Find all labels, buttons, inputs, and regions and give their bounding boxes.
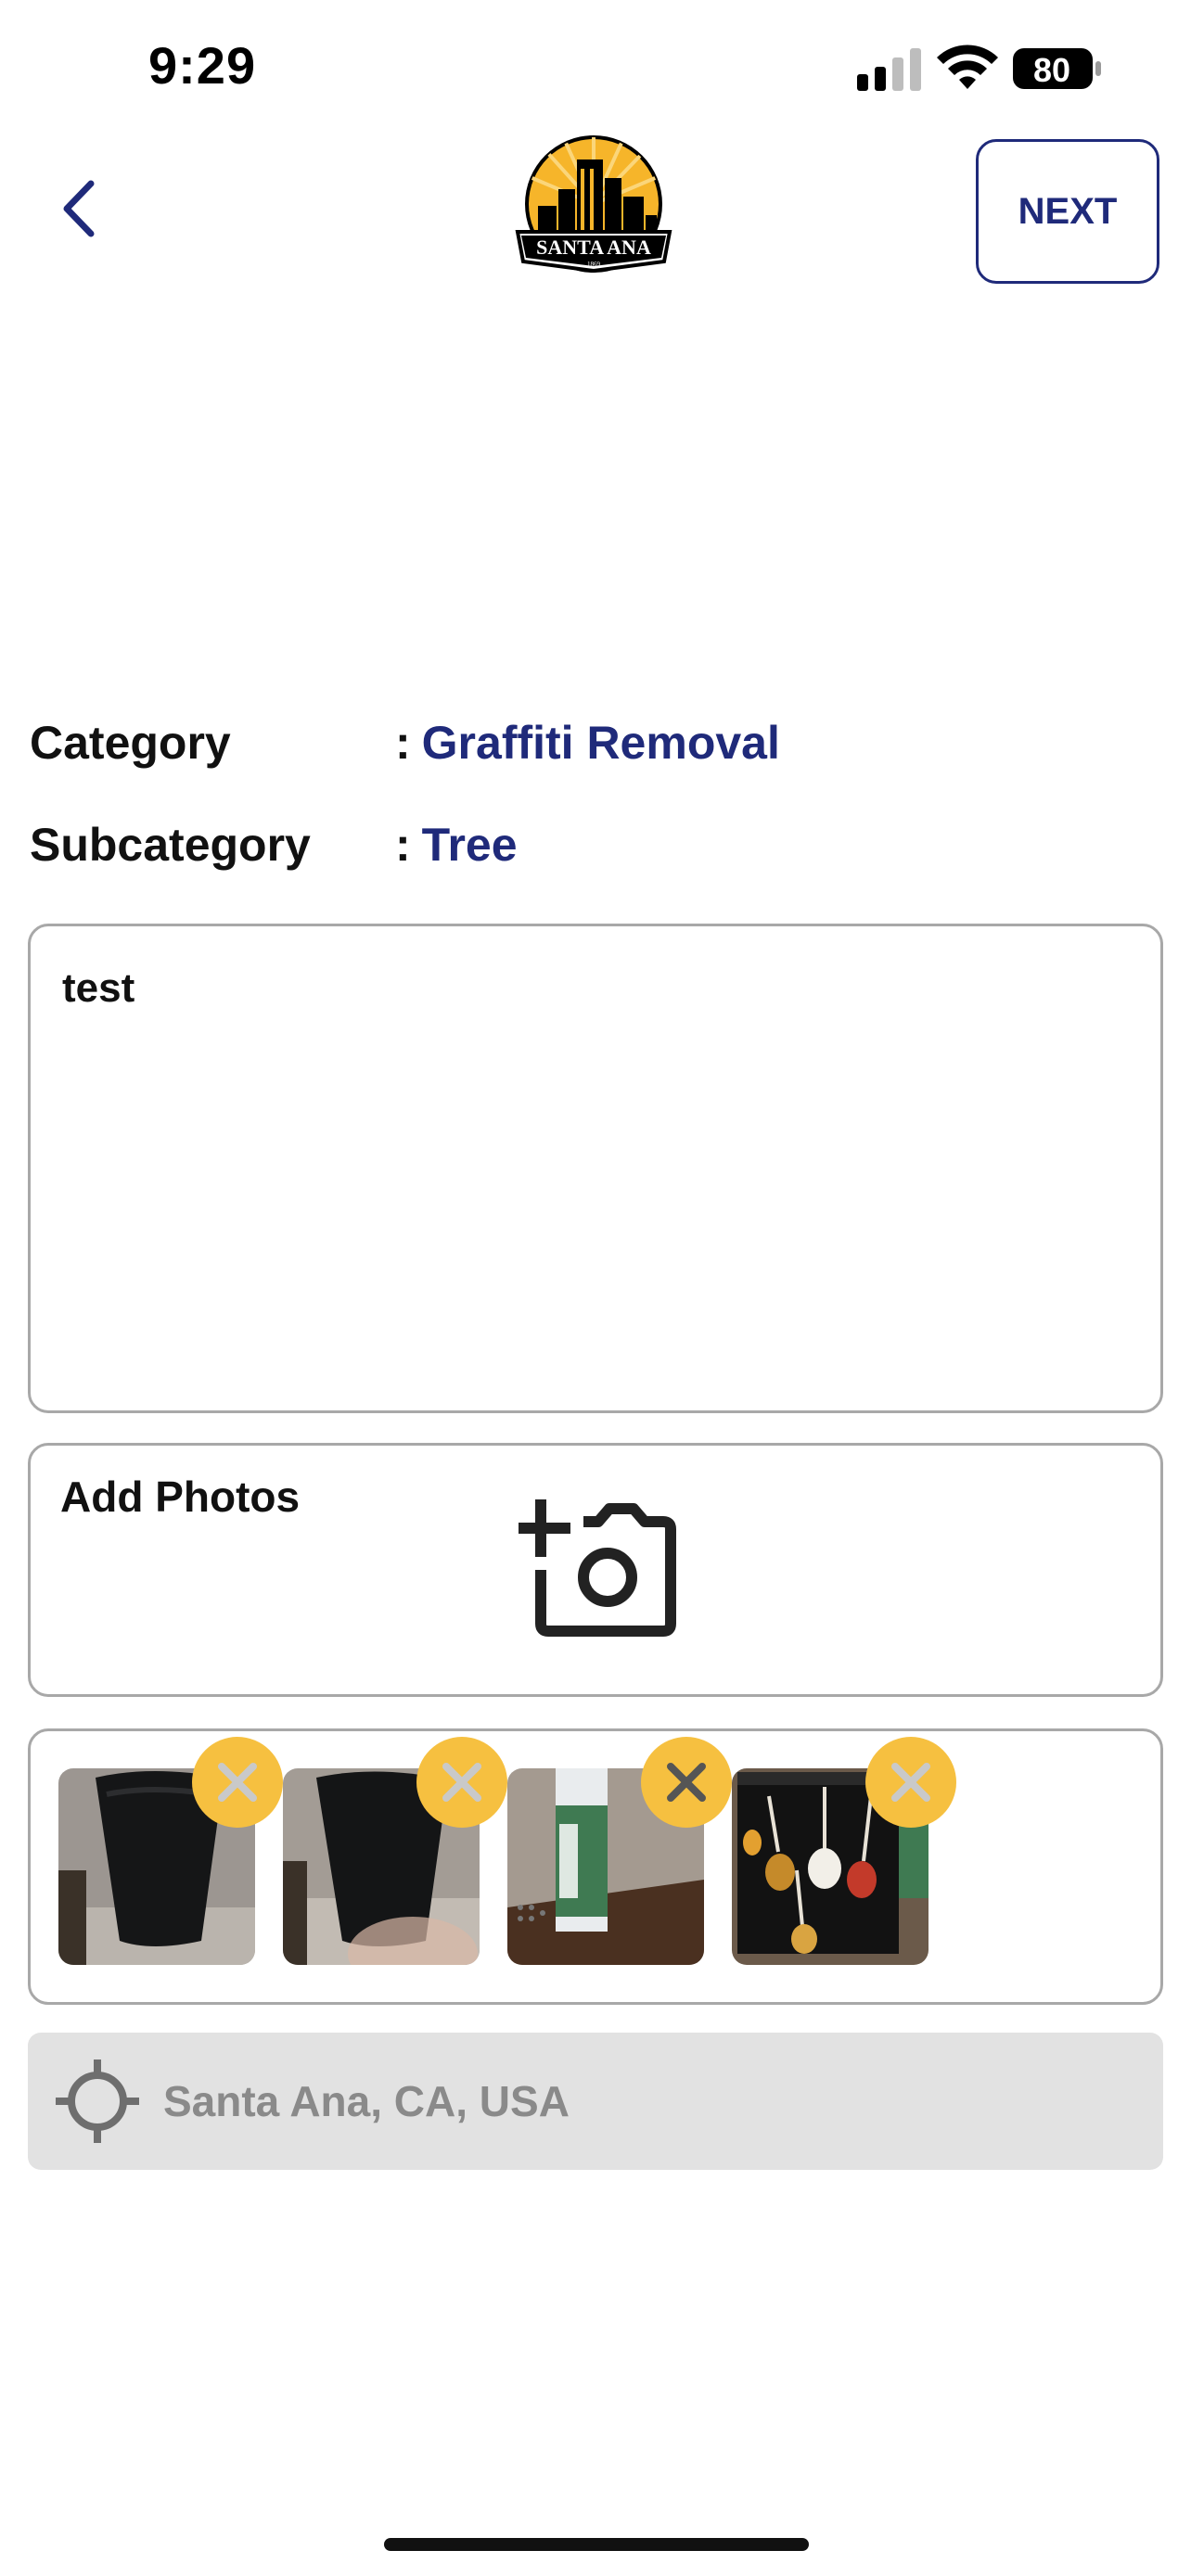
- subcategory-row: Subcategory : Tree: [30, 818, 518, 872]
- santa-ana-logo: SANTA ANA 1869: [515, 135, 672, 274]
- category-separator: :: [395, 717, 411, 769]
- remove-photo-button[interactable]: [865, 1737, 956, 1828]
- status-time: 9:29: [148, 36, 257, 95]
- close-icon: [442, 1763, 481, 1802]
- subcategory-separator: :: [395, 819, 411, 871]
- photo-thumbnails: [28, 1728, 1163, 2005]
- add-photos-label: Add Photos: [60, 1473, 301, 1521]
- back-button[interactable]: [52, 176, 108, 241]
- category-label: Category: [30, 717, 231, 769]
- category-row: Category : Graffiti Removal: [30, 716, 780, 770]
- description-text: test: [62, 965, 135, 1011]
- remove-photo-button[interactable]: [192, 1737, 283, 1828]
- next-button[interactable]: NEXT: [976, 139, 1159, 284]
- add-photos-button[interactable]: Add Photos: [28, 1443, 1163, 1697]
- battery-level: 80: [1033, 51, 1070, 89]
- logo-year: 1869: [587, 261, 601, 268]
- location-field[interactable]: Santa Ana, CA, USA: [28, 2033, 1163, 2170]
- category-value: Graffiti Removal: [421, 717, 780, 769]
- description-textarea[interactable]: test: [28, 924, 1163, 1413]
- close-icon: [891, 1763, 930, 1802]
- subcategory-label: Subcategory: [30, 819, 311, 871]
- close-icon: [218, 1763, 257, 1802]
- wifi-icon: [937, 45, 998, 89]
- close-icon: [667, 1763, 706, 1802]
- home-indicator[interactable]: [384, 2538, 809, 2551]
- battery-icon: 80: [1013, 48, 1101, 89]
- location-text: Santa Ana, CA, USA: [163, 2077, 570, 2125]
- crosshair-icon: [56, 2060, 139, 2143]
- remove-photo-button[interactable]: [416, 1737, 507, 1828]
- logo-text: SANTA ANA: [536, 236, 651, 259]
- subcategory-value: Tree: [421, 819, 518, 871]
- add-camera-icon: [519, 1499, 676, 1637]
- cellular-signal-icon: [857, 48, 921, 91]
- remove-photo-button[interactable]: [641, 1737, 732, 1828]
